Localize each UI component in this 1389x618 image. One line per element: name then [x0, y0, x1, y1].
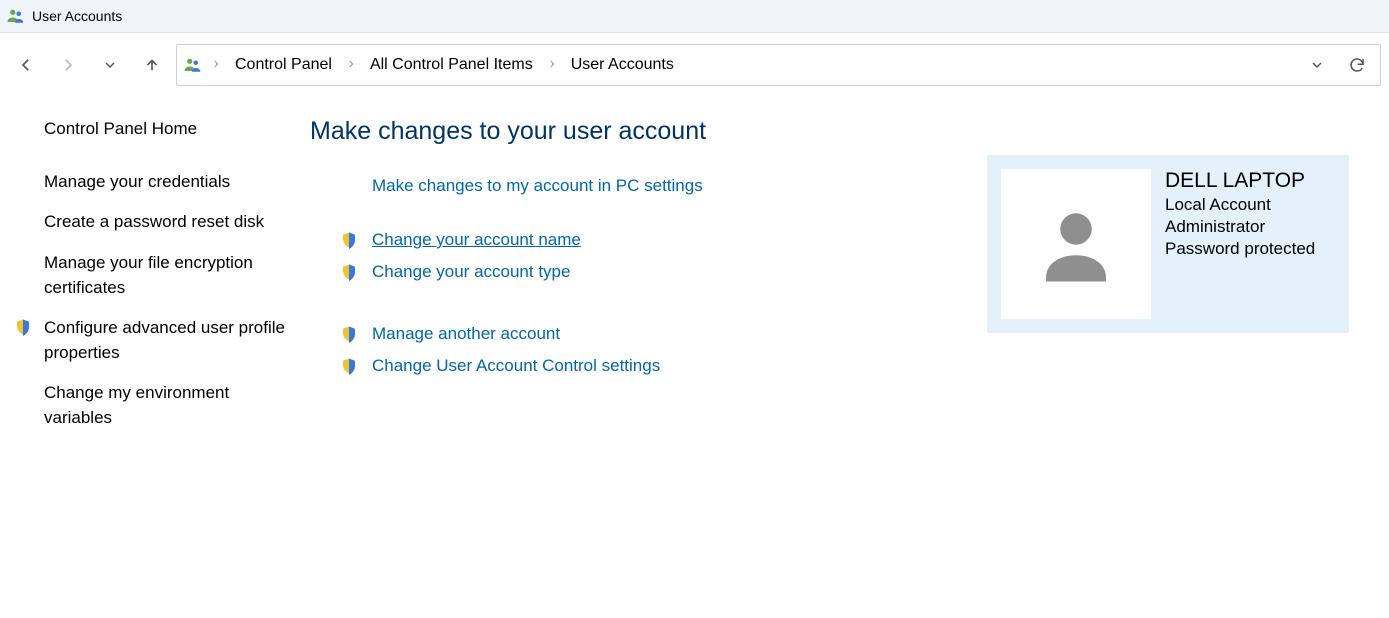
recent-locations-button[interactable]	[92, 47, 128, 83]
avatar	[1001, 169, 1151, 319]
up-button[interactable]	[134, 47, 170, 83]
sidebar-file-encryption-certs[interactable]: Manage your file encryption certificates	[44, 251, 290, 300]
sidebar-item-label: Configure advanced user profile properti…	[44, 318, 285, 362]
change-uac-settings-link[interactable]: Change User Account Control settings	[372, 356, 660, 376]
sidebar-password-reset-disk[interactable]: Create a password reset disk	[44, 210, 290, 235]
address-bar[interactable]: Control Panel All Control Panel Items Us…	[176, 44, 1381, 86]
main-panel: Make changes to your user account Make c…	[310, 117, 1389, 447]
address-dropdown-button[interactable]	[1300, 48, 1334, 82]
nav-bar: Control Panel All Control Panel Items Us…	[0, 33, 1389, 97]
change-account-name-link[interactable]: Change your account name	[372, 230, 581, 250]
sidebar-manage-credentials[interactable]: Manage your credentials	[44, 170, 290, 195]
shield-icon	[340, 231, 358, 249]
shield-icon	[340, 357, 358, 375]
title-bar: User Accounts	[0, 0, 1389, 33]
chevron-right-icon	[342, 57, 360, 74]
shield-icon	[340, 325, 358, 343]
content-area: Control Panel Home Manage your credentia…	[0, 97, 1389, 447]
window-title: User Accounts	[32, 8, 122, 24]
chevron-right-icon	[207, 57, 225, 74]
page-title: Make changes to your user account	[310, 117, 947, 146]
account-role: Administrator	[1165, 217, 1315, 237]
shield-icon	[14, 318, 32, 344]
forward-button[interactable]	[50, 47, 86, 83]
breadcrumb-control-panel[interactable]: Control Panel	[231, 54, 336, 76]
shield-icon	[340, 263, 358, 281]
account-status: Password protected	[1165, 239, 1315, 259]
account-name: DELL LAPTOP	[1165, 169, 1315, 193]
sidebar-control-panel-home[interactable]: Control Panel Home	[44, 117, 290, 142]
change-account-type-link[interactable]: Change your account type	[372, 262, 570, 282]
users-icon	[183, 56, 201, 74]
sidebar-advanced-user-profile[interactable]: Configure advanced user profile properti…	[44, 316, 290, 365]
sidebar-environment-variables[interactable]: Change my environment variables	[44, 381, 290, 430]
pc-settings-link[interactable]: Make changes to my account in PC setting…	[372, 176, 703, 196]
chevron-right-icon	[543, 57, 561, 74]
refresh-button[interactable]	[1340, 48, 1374, 82]
account-card: DELL LAPTOP Local Account Administrator …	[987, 155, 1349, 333]
breadcrumb-user-accounts[interactable]: User Accounts	[567, 54, 678, 76]
users-icon	[6, 7, 24, 25]
account-type: Local Account	[1165, 195, 1315, 215]
sidebar: Control Panel Home Manage your credentia…	[0, 117, 310, 447]
back-button[interactable]	[8, 47, 44, 83]
manage-another-account-link[interactable]: Manage another account	[372, 324, 560, 344]
account-info: DELL LAPTOP Local Account Administrator …	[1165, 169, 1315, 259]
breadcrumb-all-items[interactable]: All Control Panel Items	[366, 54, 537, 76]
